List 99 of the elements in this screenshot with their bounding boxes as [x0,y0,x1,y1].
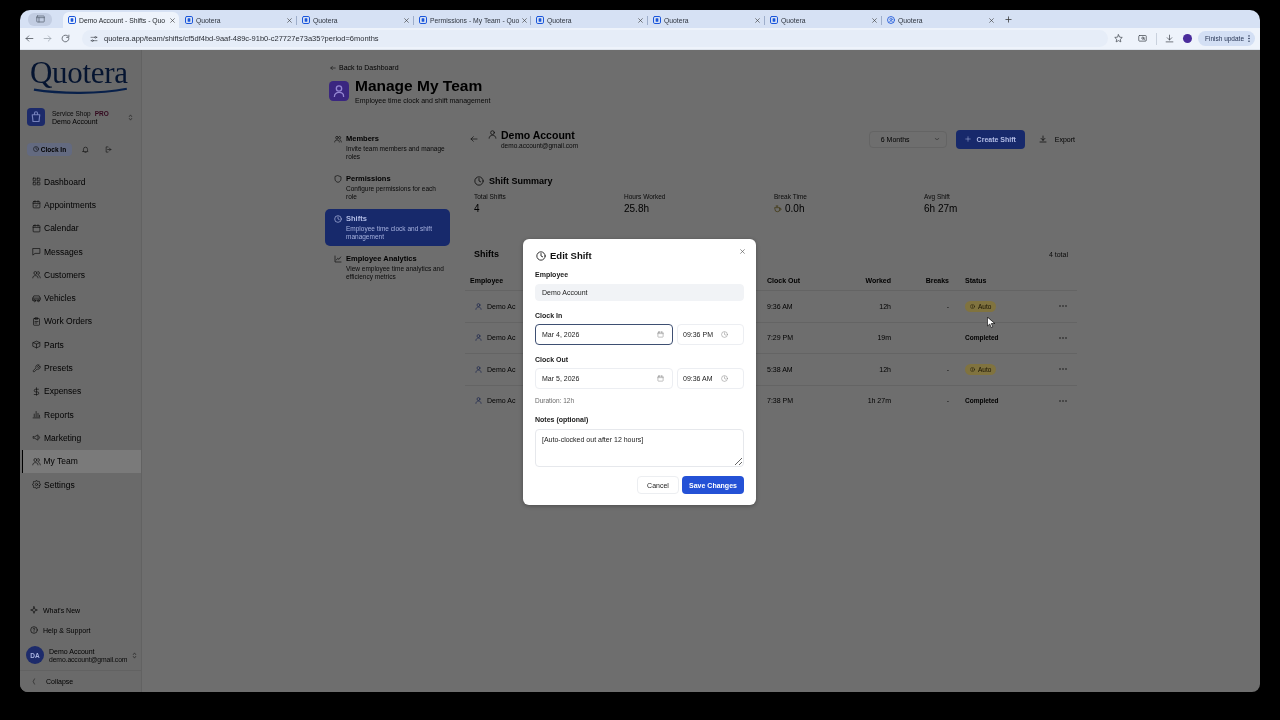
reload-icon[interactable] [61,34,70,43]
users-icon [32,270,41,280]
nav-item[interactable]: Expenses [22,379,141,403]
page-favicon-icon [68,16,76,24]
close-icon[interactable] [404,17,409,23]
close-icon[interactable] [989,17,994,23]
nav-item[interactable]: Presets [22,356,141,380]
window-icon [35,15,45,23]
shield-icon [334,175,342,183]
section-title: Shifts [474,249,499,259]
nav-item[interactable]: Work Orders [22,309,141,334]
close-icon[interactable] [638,17,643,23]
nav-item[interactable]: Messages [22,239,141,264]
dialog-title: Edit Shift [550,250,592,261]
help-icon [30,626,38,634]
close-icon[interactable] [872,17,877,23]
megaphone-icon [32,433,41,443]
calendar-check-icon [32,200,41,210]
nav-item[interactable]: Reports [22,402,141,427]
page-favicon-icon [185,16,193,24]
bookmark-star-icon[interactable] [1114,34,1123,43]
back-icon[interactable] [25,34,34,43]
stat-value: 0.0h [785,203,805,214]
user-tile-icon [329,81,349,101]
page-favicon-icon [770,16,778,24]
screen-search-icon[interactable] [1138,34,1147,43]
chevron-up-down-icon[interactable] [128,113,133,121]
users-icon [31,456,41,466]
page-favicon-icon [419,16,427,24]
wrench-icon [32,363,41,373]
calendar-icon [657,375,664,382]
nav-item[interactable]: Marketing [22,426,141,450]
nav-item[interactable]: Calendar [22,216,141,240]
coffee-cup-icon [774,204,782,213]
users-icon [334,135,342,143]
sparkle-icon [30,606,38,614]
bell-icon[interactable] [82,145,89,153]
page-favicon-icon [653,16,661,24]
alert-circle-icon [970,303,975,309]
stat-value: 4 [474,203,480,214]
back-arrow-icon[interactable] [470,135,478,143]
bar-chart-icon [32,410,41,420]
clock-icon [536,251,546,261]
user-icon [475,397,482,405]
plus-icon [964,136,971,142]
site-settings-icon[interactable] [90,34,98,43]
arrow-left-icon [330,64,336,71]
car-icon [32,293,41,303]
clock-icon [474,176,484,186]
nav-item[interactable]: Appointments [22,193,141,217]
download-icon [1038,135,1047,143]
employee-name: Demo Account [501,129,575,141]
grid-icon [32,177,41,187]
nav-item[interactable]: Customers [22,263,141,287]
stat-value: 6h 27m [924,203,958,214]
exit-icon[interactable] [105,145,112,153]
shopping-bag-icon [27,108,45,126]
box-icon [32,340,41,350]
nav-item[interactable]: My Team [22,449,141,473]
gear-icon [32,480,41,489]
user-icon [475,365,482,373]
nav-item[interactable]: Parts [22,333,141,357]
close-icon[interactable] [170,17,175,23]
profile-avatar[interactable] [1183,34,1192,43]
dollar-icon [32,386,41,396]
page-favicon-icon [302,16,310,24]
clock-icon [334,215,342,223]
person-circle-icon [887,16,895,24]
tab-overview-button[interactable] [28,12,52,26]
close-icon[interactable] [287,17,292,23]
nav-item[interactable]: Vehicles [22,286,141,310]
page-title: Manage My Team [355,77,484,95]
calendar-icon [32,223,41,233]
clock-icon [720,331,728,338]
download-icon[interactable] [1165,34,1174,43]
clipboard-icon [32,316,41,326]
new-tab-icon[interactable] [1005,16,1012,23]
close-icon[interactable] [755,17,760,23]
clock-icon [32,146,39,152]
nav-item[interactable]: Dashboard [22,170,141,194]
nav-item[interactable]: Settings [22,472,141,497]
chat-bubble-icon [32,247,41,257]
user-icon [488,130,497,139]
stat-value: 25.8h [624,203,650,214]
calendar-icon [657,331,664,338]
user-icon [475,302,482,310]
page-favicon-icon [536,16,544,24]
alert-circle-icon [970,366,975,372]
close-icon[interactable] [522,17,528,23]
chevron-left-icon [32,678,36,685]
close-icon[interactable] [740,249,745,254]
line-chart-icon [334,255,342,263]
chevron-up-down-icon[interactable] [132,651,137,659]
user-icon [475,334,482,342]
app-logo[interactable]: Quotera [30,58,128,94]
mouse-pointer-icon [987,317,995,328]
clock-icon [720,375,728,382]
section-title: Shift Summary [489,176,553,186]
chevron-down-icon [933,137,940,141]
